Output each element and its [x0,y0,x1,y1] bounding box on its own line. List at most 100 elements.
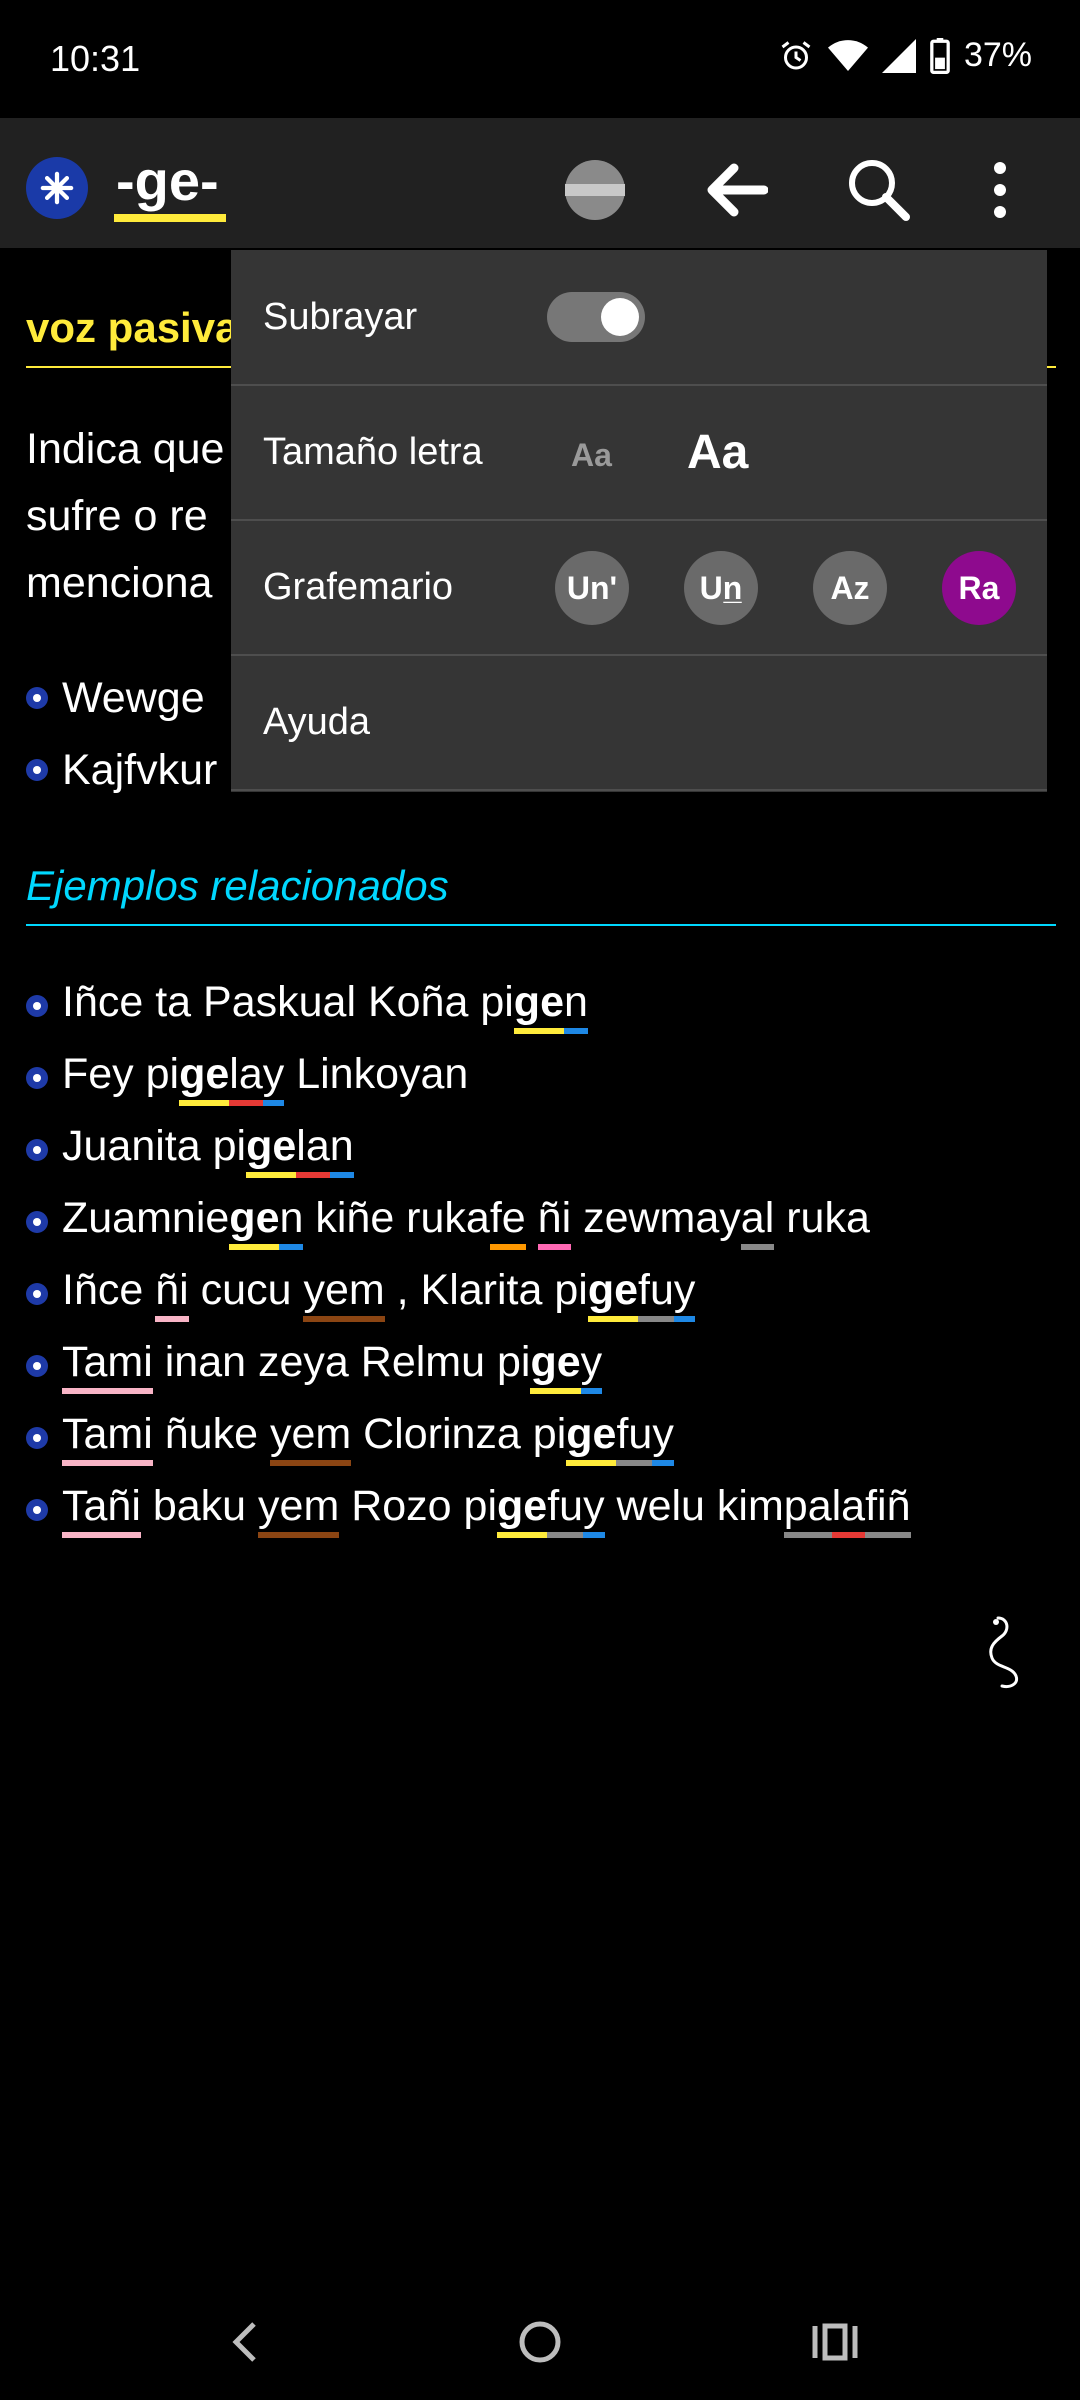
example-text: Tami ñuke yem Clorinza pigefuy [62,1410,674,1466]
example-segment: la [296,1122,330,1178]
example-segment: y [580,1338,603,1394]
example-segment: y [673,1266,696,1322]
battery-icon [930,37,950,74]
home-circle-icon [519,2321,561,2363]
example-segment: y [262,1050,285,1106]
system-nav-bar [0,2280,1080,2400]
section-heading-related: Ejemplos relacionados [26,862,449,909]
example-segment: ñi [537,1194,572,1250]
nav-back-button[interactable] [205,2302,285,2382]
example-text: Iñce ta Paskual Koña pigen [62,978,588,1034]
arrow-left-icon [707,163,768,217]
menu-item-underline[interactable]: Subrayar [231,250,1047,386]
example-segment [526,1194,538,1243]
status-icons: 37% [778,36,1032,75]
title-underline [114,214,226,222]
toggle-view-button[interactable] [555,150,635,230]
grafemario-azumchefe-button[interactable]: Az [813,551,887,625]
grafemario-unificado-underline-button[interactable]: Un̲ [684,551,758,625]
bullet-icon [26,759,48,781]
list-item[interactable]: Tami ñuke yem Clorinza pigefuy [26,1402,911,1474]
example-segment: ge [587,1266,638,1322]
list-item[interactable]: Tami inan zeya Relmu pigey [26,1330,911,1402]
wifi-icon [827,39,868,71]
example-text: Tami inan zeya Relmu pigey [62,1338,603,1394]
list-item[interactable]: Zuamniegen kiñe rukafe ñi zewmayal ruka [26,1186,911,1258]
status-bar: 10:31 37% [0,0,1080,118]
example-segment: n [279,1194,304,1250]
bullet-icon [26,1139,48,1161]
menu-item-font-size: Tamaño letra Aa Aa [231,385,1047,521]
example-segment: ruka [774,1194,870,1242]
example-text: Kajfvkur [62,745,218,794]
example-segment: ge [566,1410,617,1466]
list-item[interactable]: Iñce ta Paskual Koña pigen [26,970,911,1042]
related-examples-list: Iñce ta Paskual Koña pigen Fey pigelay Li… [26,970,911,1546]
bullet-icon [26,1427,48,1449]
menu-label-font-size: Tamaño letra [263,431,483,473]
example-text: Iñce ñi cucu yem , Klarita pigefuy [62,1266,696,1322]
example-segment: Juanita pi [62,1122,247,1170]
example-segment: yem [258,1482,340,1538]
example-segment: fu [547,1482,584,1538]
overflow-menu: Subrayar Tamaño letra Aa Aa Grafemario U… [231,250,1047,792]
menu-label-grafemario: Grafemario [263,566,454,608]
example-segment: ge [497,1482,548,1538]
example-segment: zewmay [571,1194,741,1242]
list-item[interactable]: Tañi baku yem Rozo pigefuy welu kimpalaf… [26,1474,911,1546]
list-item[interactable]: Fey pigelay Linkoyan [26,1042,911,1114]
bullet-icon [26,1499,48,1521]
list-item[interactable]: Kajfvkur [26,734,217,806]
battery-percent: 37% [963,36,1032,74]
font-size-large-button[interactable]: Aa [687,425,748,480]
status-time: 10:31 [50,38,141,79]
bullet-icon [26,687,48,709]
example-segment: Clorinza pi [351,1410,567,1458]
example-text: Fey pigelay Linkoyan [62,1050,468,1106]
example-segment: kiñe ruka [303,1194,490,1242]
example-segment: Fey pi [62,1050,180,1098]
example-segment: yem [303,1266,385,1322]
example-segment: y [583,1482,605,1538]
toggle-knob [601,298,639,336]
example-segment: la [229,1050,263,1106]
more-vert-icon [994,162,1006,218]
alarm-icon [781,40,811,69]
example-text: Tañi baku yem Rozo pigefuy welu kimpalaf… [62,1482,911,1538]
back-button[interactable] [696,150,776,230]
grafemario-ragileo-button[interactable]: Ra [942,551,1016,625]
example-segment: Rozo pi [339,1482,498,1530]
list-item[interactable]: Iñce ñi cucu yem , Klarita pigefuy [26,1258,911,1330]
list-item[interactable]: Wewge [26,662,217,734]
example-list-1: Wewge Kajfvkur [26,662,217,806]
list-item[interactable]: Juanita pigelan [26,1114,911,1186]
bullet-icon [26,1067,48,1089]
overflow-menu-button[interactable] [960,150,1040,230]
example-segment: pa [783,1482,832,1538]
menu-item-help[interactable]: Ayuda [231,655,1047,791]
chevron-left-icon [232,2322,256,2362]
example-text: Zuamniegen kiñe rukafe ñi zewmayal ruka [62,1194,870,1250]
grafemario-unificado-button[interactable]: Un' [555,551,629,625]
example-segment: Tañi [62,1482,141,1538]
example-segment: ñuke [152,1410,270,1458]
app-logo[interactable] [26,157,88,219]
example-segment: ge [530,1338,581,1394]
nav-home-button[interactable] [500,2302,580,2382]
example-segment: n [563,978,588,1034]
bullet-icon [26,1283,48,1305]
example-text: Juanita pigelan [62,1122,354,1178]
font-size-small-button[interactable]: Aa [571,437,612,474]
nav-recents-button[interactable] [795,2302,875,2382]
bullet-icon [26,995,48,1017]
bullet-icon [26,1211,48,1233]
underline-toggle[interactable] [547,292,645,342]
example-segment: la [831,1482,866,1538]
example-segment: baku [140,1482,259,1530]
recents-icon [812,2323,858,2361]
example-segment: Iñce ta Paskual Koña pi [62,978,514,1026]
search-button[interactable] [839,150,919,230]
example-segment: , Klarita pi [384,1266,588,1314]
star-logo-icon [40,171,74,205]
worm-mascot-icon[interactable] [968,1612,1028,1692]
